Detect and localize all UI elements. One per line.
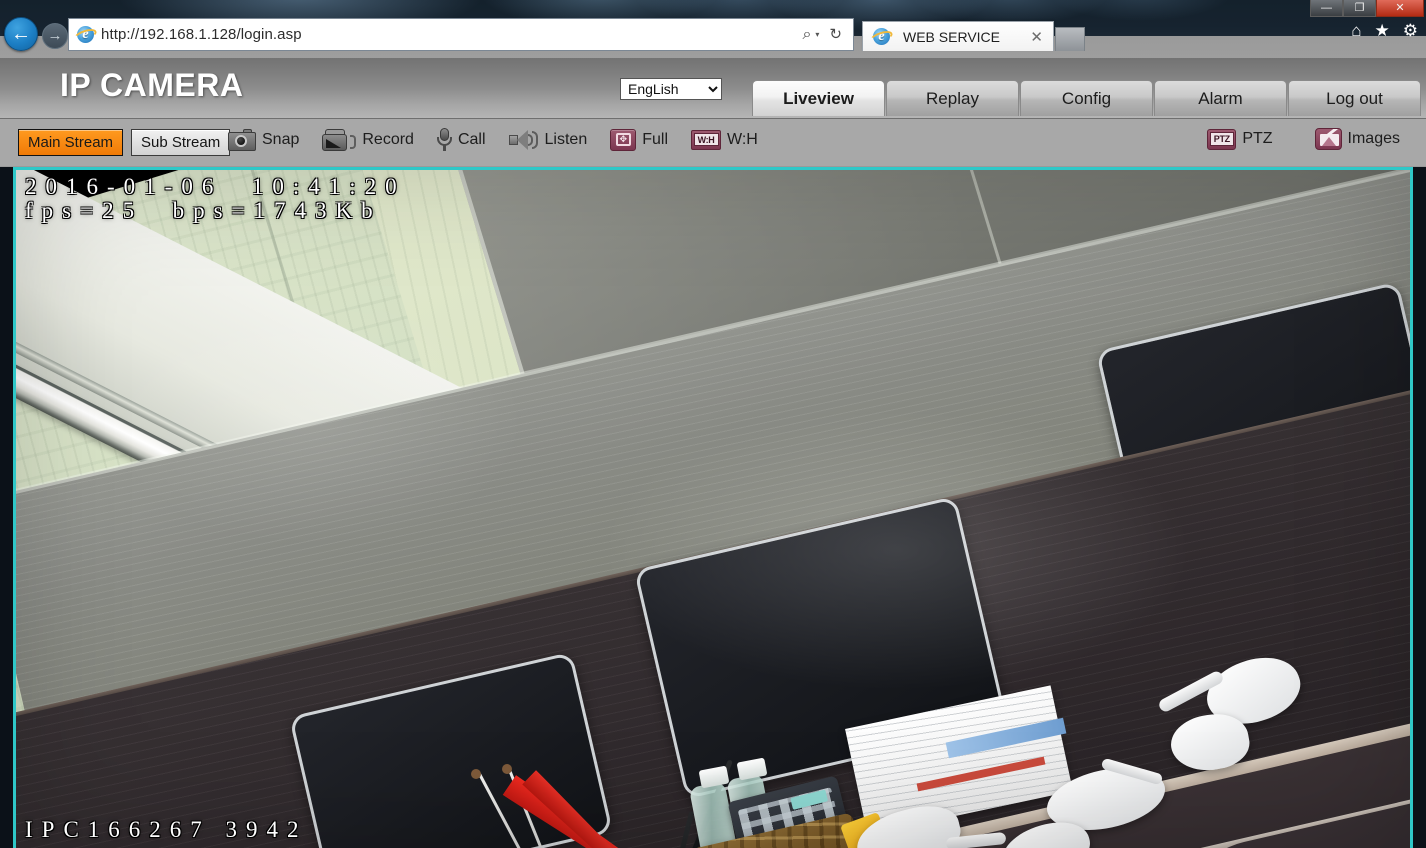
- minimize-button[interactable]: —: [1310, 0, 1343, 17]
- snap-button[interactable]: Snap: [228, 128, 300, 151]
- tab-strip: e WEB SERVICE ✕: [862, 21, 1085, 51]
- sub-stream-button[interactable]: Sub Stream: [131, 129, 231, 156]
- ptz-icon: PTZ: [1207, 128, 1237, 150]
- speaker-icon: [508, 129, 539, 151]
- restore-button[interactable]: ❐: [1343, 0, 1376, 17]
- main-stream-button[interactable]: Main Stream: [18, 129, 124, 156]
- osd-device-id: IPC166267 3942: [25, 816, 308, 842]
- images-icon: [1314, 128, 1342, 150]
- aspect-ratio-button[interactable]: W:H W:H: [691, 129, 758, 150]
- stream-selector: Main Stream Sub Stream: [18, 129, 231, 156]
- full-label: Full: [642, 130, 668, 148]
- chevron-down-icon[interactable]: ▾: [815, 30, 819, 39]
- home-icon[interactable]: ⌂: [1351, 22, 1361, 39]
- microphone-icon: [436, 128, 452, 151]
- window-controls: — ❐ ✕: [1310, 0, 1424, 17]
- toolbar-actions: Snap Record Call Listen ✥ Full W:H W:H: [228, 128, 758, 151]
- favorites-icon[interactable]: ★: [1375, 22, 1390, 39]
- images-label: Images: [1347, 130, 1400, 147]
- tab-title: WEB SERVICE: [903, 28, 1000, 45]
- internet-explorer-icon: e: [73, 25, 98, 44]
- navigation-arrows: ← →: [4, 17, 68, 51]
- browser-chrome: — ❐ ✕ ← → e http://192.168.1.128/login.a…: [0, 0, 1426, 58]
- tab-config[interactable]: Config: [1020, 80, 1153, 116]
- snap-label: Snap: [262, 130, 300, 148]
- fullscreen-button[interactable]: ✥ Full: [610, 128, 668, 151]
- tab-logout[interactable]: Log out: [1288, 80, 1421, 116]
- forward-button[interactable]: →: [42, 22, 68, 49]
- images-button[interactable]: Images: [1314, 128, 1400, 150]
- ptz-label: PTZ: [1242, 130, 1273, 147]
- camera-icon: [228, 128, 256, 151]
- refresh-icon[interactable]: ↻: [829, 27, 842, 42]
- osd-datetime-line: 2016-01-06 10:41:20: [25, 174, 406, 199]
- video-player[interactable]: MVTEAM 2016-01-06 10:41:20fps=25 bps=174…: [13, 167, 1413, 848]
- osd-stats-line: fps=25 bps=1743Kb: [25, 198, 382, 224]
- back-button[interactable]: ←: [4, 17, 38, 51]
- record-label: Record: [362, 130, 414, 148]
- browser-tab[interactable]: e WEB SERVICE ✕: [862, 21, 1054, 51]
- page-title: IP CAMERA: [60, 67, 244, 103]
- aspect-ratio-icon: W:H: [691, 129, 721, 150]
- new-tab-button[interactable]: [1055, 27, 1085, 51]
- tab-favicon-icon: e: [869, 27, 894, 46]
- ptz-button[interactable]: PTZ PTZ: [1207, 128, 1273, 150]
- back-arrow-icon: ←: [11, 23, 31, 45]
- call-label: Call: [457, 130, 486, 148]
- osd-timestamp: 2016-01-06 10:41:20 fps=25 bps=1743Kb: [25, 174, 406, 224]
- language-select[interactable]: EngLish Chinese: [620, 78, 722, 100]
- call-button[interactable]: Call: [436, 128, 486, 151]
- fullscreen-icon: ✥: [610, 128, 637, 151]
- listen-label: Listen: [544, 130, 588, 148]
- camera-scene-image: MVTEAM: [16, 170, 1410, 848]
- wh-label: W:H: [727, 130, 758, 148]
- main-navigation: Liveview Replay Config Alarm Log out: [752, 80, 1422, 116]
- address-bar[interactable]: e http://192.168.1.128/login.asp ⌕ ▾ ↻: [68, 18, 854, 51]
- chrome-toolbar-icons: ⌂ ★ ⚙: [1351, 22, 1418, 39]
- tab-alarm[interactable]: Alarm: [1154, 80, 1287, 116]
- toolbar-right-actions: PTZ PTZ Images: [1207, 128, 1400, 150]
- tab-replay[interactable]: Replay: [886, 80, 1019, 116]
- tab-close-icon[interactable]: ✕: [1030, 28, 1047, 46]
- tools-gear-icon[interactable]: ⚙: [1403, 22, 1418, 39]
- forward-arrow-icon: →: [47, 27, 63, 44]
- address-bar-actions: ⌕ ▾ ↻: [802, 26, 849, 43]
- liveview-toolbar: Main Stream Sub Stream Snap Record Call: [0, 119, 1426, 167]
- app-header: IP CAMERA EngLish Chinese Liveview Repla…: [0, 58, 1426, 119]
- address-url-text: http://192.168.1.128/login.asp: [101, 26, 302, 43]
- close-button[interactable]: ✕: [1376, 0, 1424, 17]
- listen-button[interactable]: Listen: [508, 129, 588, 151]
- search-icon[interactable]: ⌕: [802, 26, 811, 43]
- record-button[interactable]: Record: [322, 128, 414, 151]
- video-camera-icon: [322, 128, 357, 151]
- tab-liveview[interactable]: Liveview: [752, 80, 885, 116]
